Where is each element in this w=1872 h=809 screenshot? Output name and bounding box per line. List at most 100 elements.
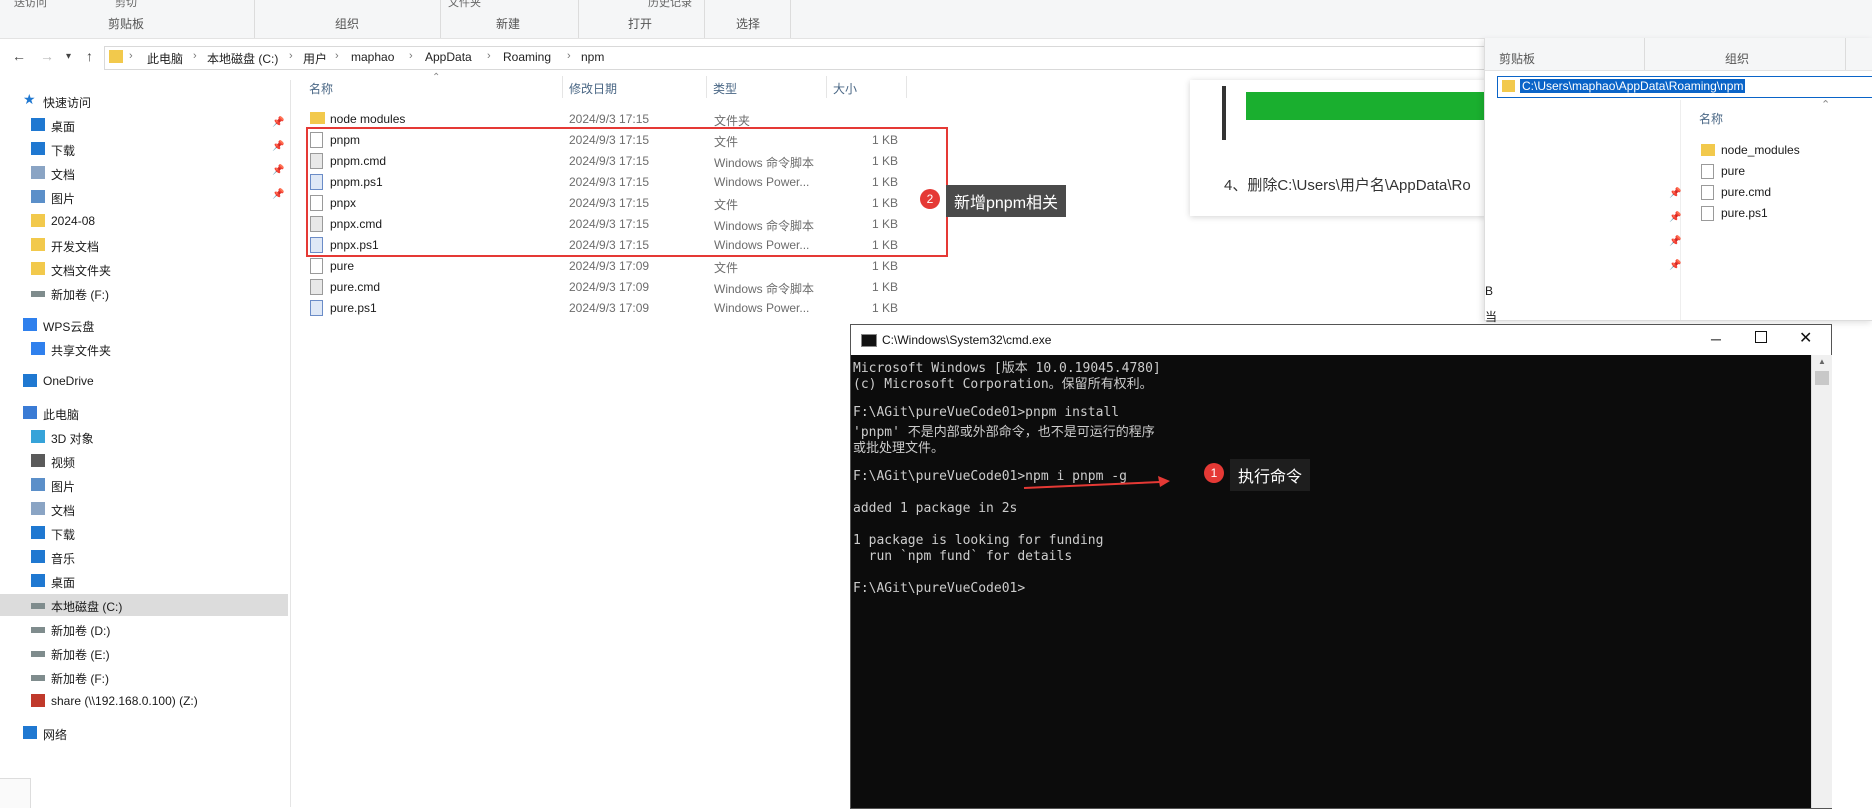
nav-item[interactable]: OneDrive bbox=[0, 370, 288, 392]
secondary-file-row[interactable]: pure.ps1 bbox=[1701, 203, 1861, 223]
column-divider[interactable] bbox=[562, 76, 563, 98]
up-arrow-icon[interactable]: ↑ bbox=[86, 48, 93, 64]
nav-item[interactable]: 新加卷 (D:) bbox=[0, 618, 288, 640]
nav-item[interactable]: share (\\192.168.0.100) (Z:) bbox=[0, 690, 288, 712]
nav-item[interactable]: 2024-08 bbox=[0, 210, 288, 232]
nav-item[interactable]: ★ 快速访问 bbox=[0, 90, 288, 112]
annotation-tooltip-1: 执行命令 bbox=[1230, 459, 1311, 491]
nav-item[interactable]: 文档文件夹 bbox=[0, 258, 288, 280]
secondary-file-row[interactable]: pure bbox=[1701, 161, 1861, 181]
pin-icon: 📌 bbox=[272, 141, 285, 152]
secondary-file-row[interactable]: pure.cmd bbox=[1701, 182, 1861, 202]
terminal-line: (c) Microsoft Corporation。保留所有权利。 bbox=[853, 377, 1153, 392]
nav-item[interactable]: 文档 📌 bbox=[0, 162, 288, 184]
file-row[interactable]: pure.ps1 2024/9/3 17:09 Windows Power... 1 … bbox=[306, 297, 906, 318]
address-bar[interactable]: › 此电脑 › 本地磁盘 (C:) › 用户 › maphao › AppDat… bbox=[104, 46, 1486, 70]
column-header-size[interactable]: 大小 bbox=[833, 80, 857, 97]
recent-locations-chevron-icon[interactable]: ▾ bbox=[66, 51, 71, 62]
nav-item[interactable]: 新加卷 (E:) bbox=[0, 642, 288, 664]
sort-ascending-icon[interactable]: ⌃ bbox=[1821, 98, 1830, 111]
pin-icon: 📌 bbox=[1669, 236, 1682, 247]
file-type: Windows 命令脚本 bbox=[714, 282, 815, 296]
nav-item[interactable]: 图片 bbox=[0, 474, 288, 496]
nav-item[interactable]: 此电脑 bbox=[0, 402, 288, 424]
nav-item[interactable]: 下载 📌 bbox=[0, 138, 288, 160]
file-row[interactable]: pure 2024/9/3 17:09 文件 1 KB bbox=[306, 255, 906, 276]
minimize-icon[interactable]: ─ bbox=[1711, 331, 1721, 347]
cube-icon bbox=[31, 430, 45, 443]
breadcrumb-npm[interactable]: npm bbox=[581, 50, 604, 64]
breadcrumb-separator-icon[interactable]: › bbox=[335, 50, 339, 62]
file-name: pure.cmd bbox=[330, 280, 381, 294]
breadcrumb-appdata[interactable]: AppData bbox=[425, 50, 472, 64]
selected-path-text[interactable]: C:\Users\maphao\AppData\Roaming\npm bbox=[1520, 79, 1746, 93]
nav-item[interactable]: WPS云盘 bbox=[0, 314, 288, 336]
file-icon bbox=[1701, 206, 1714, 221]
file-name: pure.ps1 bbox=[330, 301, 377, 315]
breadcrumb-separator-icon[interactable]: › bbox=[487, 50, 491, 62]
nav-item[interactable]: 本地磁盘 (C:) bbox=[0, 594, 288, 616]
breadcrumb-roaming[interactable]: Roaming bbox=[503, 50, 551, 64]
file-size: 1 KB bbox=[872, 259, 899, 273]
file-row[interactable]: node modules 2024/9/3 17:15 文件夹 bbox=[306, 108, 906, 129]
nav-item[interactable]: 共享文件夹 bbox=[0, 338, 288, 360]
close-icon[interactable]: ✕ bbox=[1799, 328, 1812, 348]
nav-item[interactable]: 视频 bbox=[0, 450, 288, 472]
nav-fragment[interactable]: B bbox=[1485, 284, 1493, 298]
nav-item[interactable]: 桌面 bbox=[0, 570, 288, 592]
nav-item[interactable]: 新加卷 (F:) bbox=[0, 666, 288, 688]
terminal-scrollbar[interactable]: ▲ bbox=[1811, 355, 1832, 808]
nav-item-label: 新加卷 (E:) bbox=[51, 648, 110, 662]
nav-item[interactable]: 下载 bbox=[0, 522, 288, 544]
nav-item[interactable]: 文档 bbox=[0, 498, 288, 520]
nav-item[interactable]: 网络 bbox=[0, 722, 288, 744]
back-arrow-icon[interactable]: ← bbox=[12, 48, 26, 64]
breadcrumb-this-pc[interactable]: 此电脑 bbox=[147, 50, 183, 67]
breadcrumb-local-disk[interactable]: 本地磁盘 (C:) bbox=[207, 50, 278, 67]
nav-item[interactable]: 音乐 bbox=[0, 546, 288, 568]
nav-item[interactable]: 图片 📌 bbox=[0, 186, 288, 208]
column-header-date[interactable]: 修改日期 bbox=[569, 80, 617, 97]
terminal-line: run `npm fund` for details bbox=[853, 549, 1073, 564]
nav-item-label: 文档 bbox=[51, 504, 76, 518]
breadcrumb-users[interactable]: 用户 bbox=[303, 50, 327, 67]
music-icon bbox=[31, 550, 45, 563]
column-header-name[interactable]: 名称 bbox=[309, 80, 333, 97]
folder-icon bbox=[31, 214, 45, 227]
scroll-up-icon[interactable]: ▲ bbox=[1818, 357, 1826, 366]
article-code-marker bbox=[1222, 86, 1226, 140]
nav-item[interactable]: 桌面 📌 bbox=[0, 114, 288, 136]
breadcrumb-separator-icon[interactable]: › bbox=[129, 50, 133, 62]
sort-ascending-icon[interactable]: ⌃ bbox=[432, 72, 440, 83]
secondary-file-name: node_modules bbox=[1721, 143, 1800, 157]
breadcrumb-separator-icon[interactable]: › bbox=[409, 50, 413, 62]
ribbon-group-organize: 组织 bbox=[254, 0, 441, 38]
powershell-script-icon bbox=[310, 300, 323, 316]
nav-fragment[interactable]: 当 bbox=[1485, 308, 1497, 325]
column-divider[interactable] bbox=[906, 76, 907, 98]
cmd-titlebar[interactable]: C:\Windows\System32\cmd.exe ─ ✕ bbox=[851, 325, 1831, 355]
secondary-group-clipboard: 剪贴板 bbox=[1499, 52, 1536, 66]
drive-icon bbox=[31, 603, 45, 609]
column-divider[interactable] bbox=[826, 76, 827, 98]
terminal-line: added 1 package in 2s bbox=[853, 501, 1018, 516]
forward-arrow-icon[interactable]: → bbox=[40, 48, 54, 64]
breadcrumb-maphao[interactable]: maphao bbox=[351, 50, 394, 64]
secondary-file-row[interactable]: node_modules bbox=[1701, 140, 1861, 160]
nav-item[interactable]: 3D 对象 bbox=[0, 426, 288, 448]
scrollbar-thumb[interactable] bbox=[1815, 371, 1829, 385]
secondary-address-bar[interactable]: C:\Users\maphao\AppData\Roaming\npm bbox=[1497, 76, 1872, 98]
network-icon bbox=[23, 726, 37, 739]
breadcrumb-separator-icon[interactable]: › bbox=[567, 50, 571, 62]
column-divider[interactable] bbox=[706, 76, 707, 98]
breadcrumb-separator-icon[interactable]: › bbox=[193, 50, 197, 62]
secondary-column-header-name[interactable]: 名称 bbox=[1699, 110, 1723, 127]
column-header-type[interactable]: 类型 bbox=[713, 80, 737, 97]
nav-item[interactable]: 新加卷 (F:) bbox=[0, 282, 288, 304]
breadcrumb-separator-icon[interactable]: › bbox=[289, 50, 293, 62]
nav-item[interactable]: 开发文档 bbox=[0, 234, 288, 256]
maximize-icon[interactable] bbox=[1755, 331, 1767, 343]
terminal-output[interactable]: Microsoft Windows [版本 10.0.19045.4780] (c… bbox=[851, 355, 1811, 808]
file-row[interactable]: pure.cmd 2024/9/3 17:09 Windows 命令脚本 1 KB bbox=[306, 276, 906, 297]
pin-icon: 📌 bbox=[1669, 188, 1682, 199]
